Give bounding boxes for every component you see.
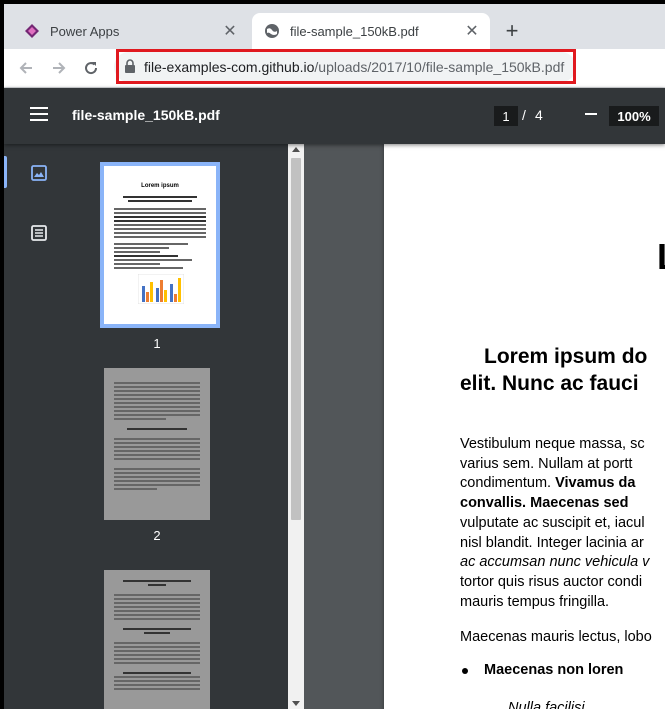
browser-window: Power Apps ✕ file-sample_150kB.pdf ✕ + f… bbox=[4, 4, 665, 709]
power-apps-icon bbox=[24, 23, 40, 39]
thumbnail-title: Lorem ipsum bbox=[141, 183, 179, 189]
para-bold: Vivamus da bbox=[555, 475, 636, 492]
document-title: file-sample_150kB.pdf bbox=[72, 107, 220, 123]
para-line-text: condimentum. bbox=[460, 475, 556, 492]
thumbnail-label: 1 bbox=[153, 336, 161, 351]
bullet-item: Maecenas non loren bbox=[462, 662, 624, 678]
back-arrow-icon bbox=[19, 62, 32, 74]
pdf-toolbar: file-sample_150kB.pdf 1 / 4 100% bbox=[4, 88, 665, 144]
page-number-input[interactable]: 1 bbox=[494, 106, 518, 126]
page-thumbnail[interactable] bbox=[104, 368, 210, 520]
page-heading: Lorem ipsum do elit. Nunc ac fauci bbox=[460, 343, 647, 397]
reload-button[interactable] bbox=[79, 56, 103, 80]
reload-icon bbox=[85, 62, 98, 75]
selected-indicator bbox=[4, 156, 7, 188]
pdf-viewer: L Lorem ipsum do elit. Nunc ac fauci Ves… bbox=[304, 144, 665, 709]
page-total: 4 bbox=[535, 107, 543, 123]
para-line: ac accumsan nunc vehicula v bbox=[460, 554, 650, 571]
scroll-down-icon[interactable] bbox=[292, 701, 300, 706]
pdf-page: L Lorem ipsum do elit. Nunc ac fauci Ves… bbox=[384, 144, 665, 709]
thumbnail-page-1[interactable]: Lorem ipsum 1 bbox=[100, 162, 220, 351]
zoom-out-button[interactable] bbox=[581, 104, 601, 124]
bullet-icon bbox=[462, 668, 468, 674]
heading-line-2: elit. Nunc ac fauci bbox=[460, 372, 639, 395]
thumbnail-list: Lorem ipsum 1 2 bbox=[74, 144, 288, 709]
browser-toolbar: file-examples-com.github.io/uploads/2017… bbox=[4, 49, 665, 88]
page-thumbnail[interactable] bbox=[104, 570, 210, 709]
zoom-level-input[interactable]: 100% bbox=[609, 106, 659, 126]
forward-button[interactable] bbox=[47, 56, 71, 80]
para-line: nisl blandit. Integer lacinia ar bbox=[460, 534, 644, 551]
outline-icon[interactable] bbox=[30, 224, 48, 242]
thumbnail-scrollbar[interactable] bbox=[288, 144, 304, 709]
sidenav-icon-rail bbox=[4, 144, 74, 709]
sub-bullet-item: Nulla facilisi. bbox=[508, 700, 589, 709]
page-title-letter: L bbox=[657, 236, 665, 278]
minus-icon bbox=[585, 113, 597, 115]
menu-icon[interactable] bbox=[30, 107, 48, 121]
close-tab-icon[interactable]: ✕ bbox=[220, 21, 240, 41]
para-line: condimentum. Vivamus da bbox=[460, 474, 665, 494]
bullet-text: Maecenas non loren bbox=[484, 662, 624, 678]
para-line: vulputate ac suscipit et, iacul bbox=[460, 514, 645, 531]
scrollbar-thumb[interactable] bbox=[291, 158, 301, 520]
page-paragraph-2: Maecenas mauris lectus, lobo bbox=[460, 629, 652, 645]
thumbnail-chart-icon bbox=[138, 274, 184, 304]
tab-title: file-sample_150kB.pdf bbox=[290, 23, 419, 39]
tab-pdf[interactable]: file-sample_150kB.pdf ✕ bbox=[252, 13, 490, 49]
page-paragraph: Vestibulum neque massa, sc varius sem. N… bbox=[460, 435, 665, 612]
back-button[interactable] bbox=[14, 56, 38, 80]
heading-line-1: Lorem ipsum do bbox=[484, 345, 648, 368]
para-line: varius sem. Nullam at portt bbox=[460, 455, 633, 472]
para-line: mauris tempus fringilla. bbox=[460, 593, 610, 610]
tab-strip: Power Apps ✕ file-sample_150kB.pdf ✕ + bbox=[4, 4, 665, 49]
forward-arrow-icon bbox=[53, 62, 66, 74]
thumbnail-label: 2 bbox=[153, 528, 161, 543]
page-thumbnail[interactable]: Lorem ipsum bbox=[100, 162, 220, 328]
thumbnails-icon[interactable] bbox=[30, 164, 48, 182]
globe-icon bbox=[264, 23, 280, 39]
thumbnail-page-3[interactable] bbox=[104, 570, 216, 709]
page-separator: / bbox=[522, 107, 526, 123]
para-line: convallis. Maecenas sed bbox=[460, 495, 629, 512]
thumbnail-page-2[interactable]: 2 bbox=[104, 368, 216, 543]
pdf-sidenav: Lorem ipsum 1 2 bbox=[4, 144, 304, 709]
para-line: tortor quis risus auctor condi bbox=[460, 573, 643, 590]
scroll-up-icon[interactable] bbox=[292, 147, 300, 152]
close-tab-icon[interactable]: ✕ bbox=[462, 21, 482, 41]
address-bar-highlight bbox=[116, 49, 576, 84]
tab-power-apps[interactable]: Power Apps ✕ bbox=[12, 13, 248, 49]
new-tab-button[interactable]: + bbox=[500, 18, 524, 43]
para-line: Vestibulum neque massa, sc bbox=[460, 436, 645, 452]
tab-title: Power Apps bbox=[50, 23, 120, 39]
